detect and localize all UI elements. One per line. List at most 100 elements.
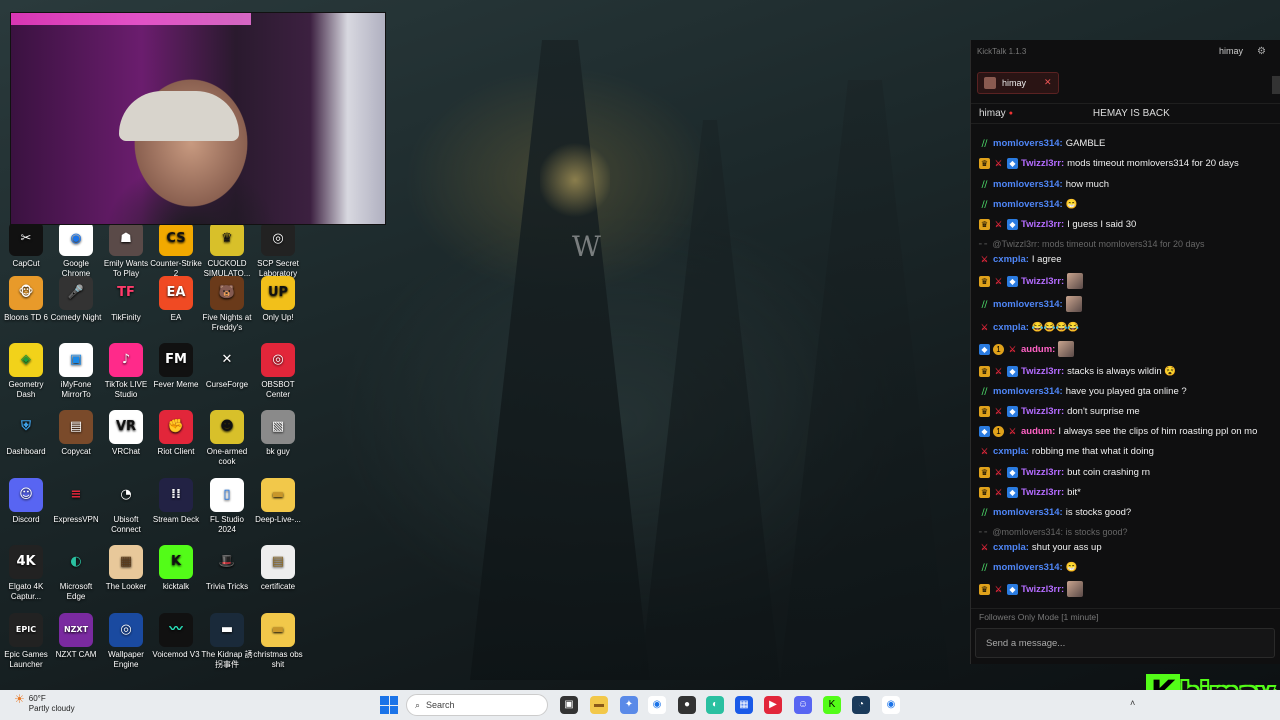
chat-username[interactable]: audum: [1021, 426, 1055, 437]
desktop-icon[interactable]: Kkicktalk [150, 545, 202, 592]
close-tab-icon[interactable]: ✕ [1044, 77, 1052, 88]
kicktalk-icon[interactable]: K [823, 696, 841, 714]
desktop-icon[interactable]: 🐻 Five Nights at Freddy's [201, 276, 253, 333]
desktop-icon-label: christmas obs shit [253, 650, 303, 669]
desktop-icon[interactable]: ▤ Copycat [50, 410, 102, 457]
chat-username[interactable]: Twizzl3rr: [1021, 487, 1064, 498]
desktop-icon[interactable]: 4K Elgato 4K Captur... [0, 545, 52, 602]
taskbar-search[interactable]: ⌕ Search [406, 694, 548, 716]
desktop-icon[interactable]: ⛨ Dashboard [0, 410, 52, 457]
chrome-icon[interactable]: ◉ [882, 696, 900, 714]
desktop-icon-label: EA [170, 313, 182, 322]
riot-icon: ✊ [159, 410, 193, 444]
desktop-icon[interactable]: ▤ certificate [252, 545, 304, 592]
desktop-icon[interactable]: FM Fever Meme [150, 343, 202, 390]
chat-username[interactable]: momlovers314: [993, 386, 1063, 397]
chat-username[interactable]: cxmpla: [993, 322, 1029, 333]
chat-username[interactable]: momlovers314: [993, 179, 1063, 190]
channel-name[interactable]: himay [979, 108, 1006, 119]
github-icon[interactable]: ● [678, 696, 696, 714]
store-icon[interactable]: ▦ [735, 696, 753, 714]
desktop-icon[interactable]: ▬ christmas obs shit [252, 613, 304, 670]
tray-chevron-icon[interactable]: ˄ [1130, 698, 1135, 708]
desktop-icon[interactable]: ◉ Google Chrome [50, 222, 102, 279]
tabs-scroll-edge[interactable] [1272, 76, 1280, 94]
desktop-icon[interactable]: ✕ CurseForge [201, 343, 253, 390]
desktop-icon[interactable]: ≡ ExpressVPN [50, 478, 102, 525]
chat-username[interactable]: cxmpla: [993, 542, 1029, 553]
desktop-icon[interactable]: ▬ Deep-Live-... [252, 478, 304, 525]
desktop-icon[interactable]: TF TikFinity [100, 276, 152, 323]
desktop-icon[interactable]: ☻ One-armed cook [201, 410, 253, 467]
desktop-icon[interactable]: ✊ Riot Client [150, 410, 202, 457]
chat-username[interactable]: momlovers314: [993, 562, 1063, 573]
desktop-icon[interactable]: ◈ Geometry Dash [0, 343, 52, 400]
task-view-icon[interactable]: ▣ [560, 696, 578, 714]
desktop-icon[interactable]: 🎩 Trivia Tricks [201, 545, 253, 592]
desktop-icon[interactable]: EPIC Epic Games Launcher [0, 613, 52, 670]
desktop-icon[interactable]: ◎ Wallpaper Engine [100, 613, 152, 670]
desktop-icon[interactable]: ◎ SCP Secret Laboratory [252, 222, 304, 279]
chat-message-input[interactable]: Send a message... [975, 628, 1275, 658]
desktop-icon[interactable]: ▯ FL Studio 2024 [201, 478, 253, 535]
desktop-icon[interactable]: ▬ The Kidnap 誘拐事件 [201, 613, 253, 670]
desktop-icon[interactable]: 🐵 Bloons TD 6 [0, 276, 52, 323]
chat-username[interactable]: Twizzl3rr: [1021, 276, 1064, 287]
desktop-icon[interactable]: ✂ CapCut [0, 222, 52, 269]
chat-username[interactable]: cxmpla: [993, 446, 1029, 457]
desktop-icon[interactable]: UP Only Up! [252, 276, 304, 323]
chat-username[interactable]: momlovers314: [993, 507, 1063, 518]
mirror-icon: ▣ [59, 343, 93, 377]
chat-username[interactable]: Twizzl3rr: [1021, 467, 1064, 478]
chat-username[interactable]: cxmpla: [993, 254, 1029, 265]
copilot-icon[interactable]: ✦ [620, 696, 638, 714]
desktop-icon[interactable]: ◎ OBSBOT Center [252, 343, 304, 400]
settings-gear-icon[interactable]: ⚙ [1257, 46, 1266, 57]
desktop-icon[interactable]: ▦ The Looker [100, 545, 152, 592]
desktop-icon[interactable]: ☺ Discord [0, 478, 52, 525]
chat-emote-icon [1058, 341, 1075, 357]
chat-message: ♛ ⚔ ◆ Twizzl3rr: stacks is always wildin 😵 [979, 362, 1280, 380]
desktop-icon-label: kicktalk [162, 582, 190, 591]
desktop-icon[interactable]: EA EA [150, 276, 202, 323]
desktop-icon[interactable]: VR VRChat [100, 410, 152, 457]
chat-username[interactable]: Twizzl3rr: [1021, 406, 1064, 417]
tikfinity-icon: TF [117, 285, 135, 300]
desktop-icon[interactable]: ▧ bk guy [252, 410, 304, 457]
desktop-icon[interactable]: ▣ iMyFone MirrorTo [50, 343, 102, 400]
moderator-sword-icon: ⚔ [980, 254, 989, 264]
weather-widget[interactable]: ☀ 60°F Partly cloudy [14, 693, 75, 714]
chat-username[interactable]: Twizzl3rr: [1021, 158, 1064, 169]
chat-message: ♛ ⚔ ◆ Twizzl3rr: but coin crashing rn [979, 463, 1280, 481]
youtube-icon[interactable]: ▶ [764, 696, 782, 714]
chat-username[interactable]: Twizzl3rr: [1021, 219, 1064, 230]
chat-message: ⚔ cxmpla: 😂😂😂😂 [979, 318, 1280, 336]
followers-only-notice: Followers Only Mode [1 minute] [971, 608, 1280, 624]
desktop-icon[interactable]: ⁞⁞ Stream Deck [150, 478, 202, 525]
desktop-icon[interactable]: NZXT NZXT CAM [50, 613, 102, 660]
tab-himay[interactable]: himay ✕ [977, 71, 1059, 94]
desktop-icon[interactable]: 〰 Voicemod V3 [150, 613, 202, 660]
webcam-person-cap [119, 91, 239, 141]
chat-username[interactable]: momlovers314: [993, 299, 1063, 310]
chrome-icon[interactable]: ◉ [648, 696, 666, 714]
start-button[interactable] [380, 696, 398, 714]
desktop-icon[interactable]: ◐ Microsoft Edge [50, 545, 102, 602]
desktop-icon[interactable]: CS Counter-Strike 2 [150, 222, 202, 279]
edge-icon[interactable]: ◐ [706, 696, 724, 714]
titlebar-user[interactable]: himay [1219, 46, 1243, 56]
chat-username[interactable]: Twizzl3rr: [1021, 366, 1064, 377]
steam-icon[interactable]: ◔ [852, 696, 870, 714]
chat-username[interactable]: momlovers314: [993, 138, 1063, 149]
desktop-icon[interactable]: ♪ TikTok LIVE Studio [100, 343, 152, 400]
chat-username[interactable]: Twizzl3rr: [1021, 584, 1064, 595]
desktop-icon[interactable]: ♛ CUCKOLD SIMULATO... [201, 222, 253, 279]
file-explorer-icon[interactable]: ▬ [590, 696, 608, 714]
desktop-icon[interactable]: ☗ Emily Wants To Play [100, 222, 152, 279]
chat-username[interactable]: audum: [1021, 344, 1055, 355]
discord-icon[interactable]: ☺ [794, 696, 812, 714]
desktop-icon[interactable]: 🎤 Comedy Night [50, 276, 102, 323]
desktop-icon[interactable]: ◔ Ubisoft Connect [100, 478, 152, 535]
chat-text: don't surprise me [1067, 405, 1140, 417]
chat-username[interactable]: momlovers314: [993, 199, 1063, 210]
